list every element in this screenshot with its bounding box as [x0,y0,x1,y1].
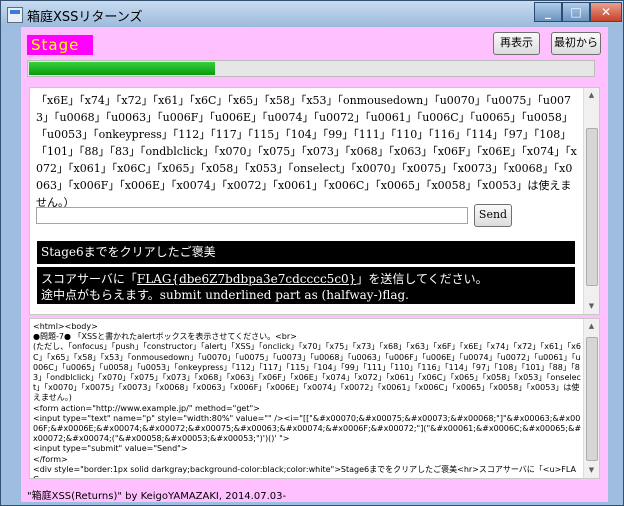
source-scrollbar[interactable]: ▲ ▼ [583,319,599,478]
reward-prefix: スコアサーバに「 [41,272,137,286]
scroll-down-icon[interactable]: ▼ [584,299,599,314]
maximize-button[interactable]: □ [562,2,590,22]
scroll-up-icon[interactable]: ▲ [584,319,599,334]
source-view[interactable]: <html><body> ●問題-7● 「XSSと書かれたalertボックスを表… [29,318,600,479]
scroll-thumb[interactable] [586,128,598,286]
browser-view[interactable]: 「x6E」「x74」「x72」「x61」「x6C」「x65」「x58」「x53」… [29,87,600,315]
status-bar: "箱庭XSS(Returns)" by KeigoYAMAZAKI, 2014.… [21,484,608,502]
scroll-down-icon[interactable]: ▼ [584,463,599,478]
close-button[interactable]: ✕ [590,2,622,22]
restart-button[interactable]: 最初から [551,32,601,55]
progress-bar [27,60,595,77]
credits-text: "箱庭XSS(Returns)" by KeigoYAMAZAKI, 2014.… [27,491,287,502]
scroll-thumb[interactable] [586,337,598,461]
minimize-button[interactable]: _ [534,2,562,22]
reward-header: Stage6までをクリアしたご褒美 [36,240,576,265]
reward-line2: 途中点がもらえます。submit underlined part as (hal… [41,288,409,302]
reward-suffix: 」を送信してください。 [356,272,488,286]
challenge-instructions: 「x6E」「x74」「x72」「x61」「x6C」「x65」「x58」「x53」… [36,94,577,209]
send-button[interactable]: Send [474,204,512,227]
html-source-text: <html><body> ●問題-7● 「XSSと書かれたalertボックスを表… [33,322,582,478]
main-panel: Stage 7 再表示 最初から 「x6E」「x74」「x72」「x61」「x6… [21,27,608,484]
progress-fill [29,62,215,75]
close-icon: ✕ [600,5,612,19]
title-bar[interactable]: 箱庭XSSリターンズ _ □ ✕ [1,1,623,27]
minimize-icon: _ [545,5,551,19]
window-title: 箱庭XSSリターンズ [27,10,143,25]
redisplay-button[interactable]: 再表示 [493,32,540,55]
reward-box: スコアサーバに「FLAG{dbe6Z7bdbpa3e7cdcccc5c0}」を送… [36,266,576,305]
browser-scrollbar[interactable]: ▲ ▼ [583,88,599,314]
payload-input[interactable] [36,207,468,224]
flag-text: FLAG{dbe6Z7bdbpa3e7cdcccc5c0} [136,272,357,286]
app-icon [7,7,23,23]
maximize-icon: □ [570,5,582,19]
scroll-up-icon[interactable]: ▲ [584,88,599,103]
stage-label: Stage 7 [27,35,93,74]
